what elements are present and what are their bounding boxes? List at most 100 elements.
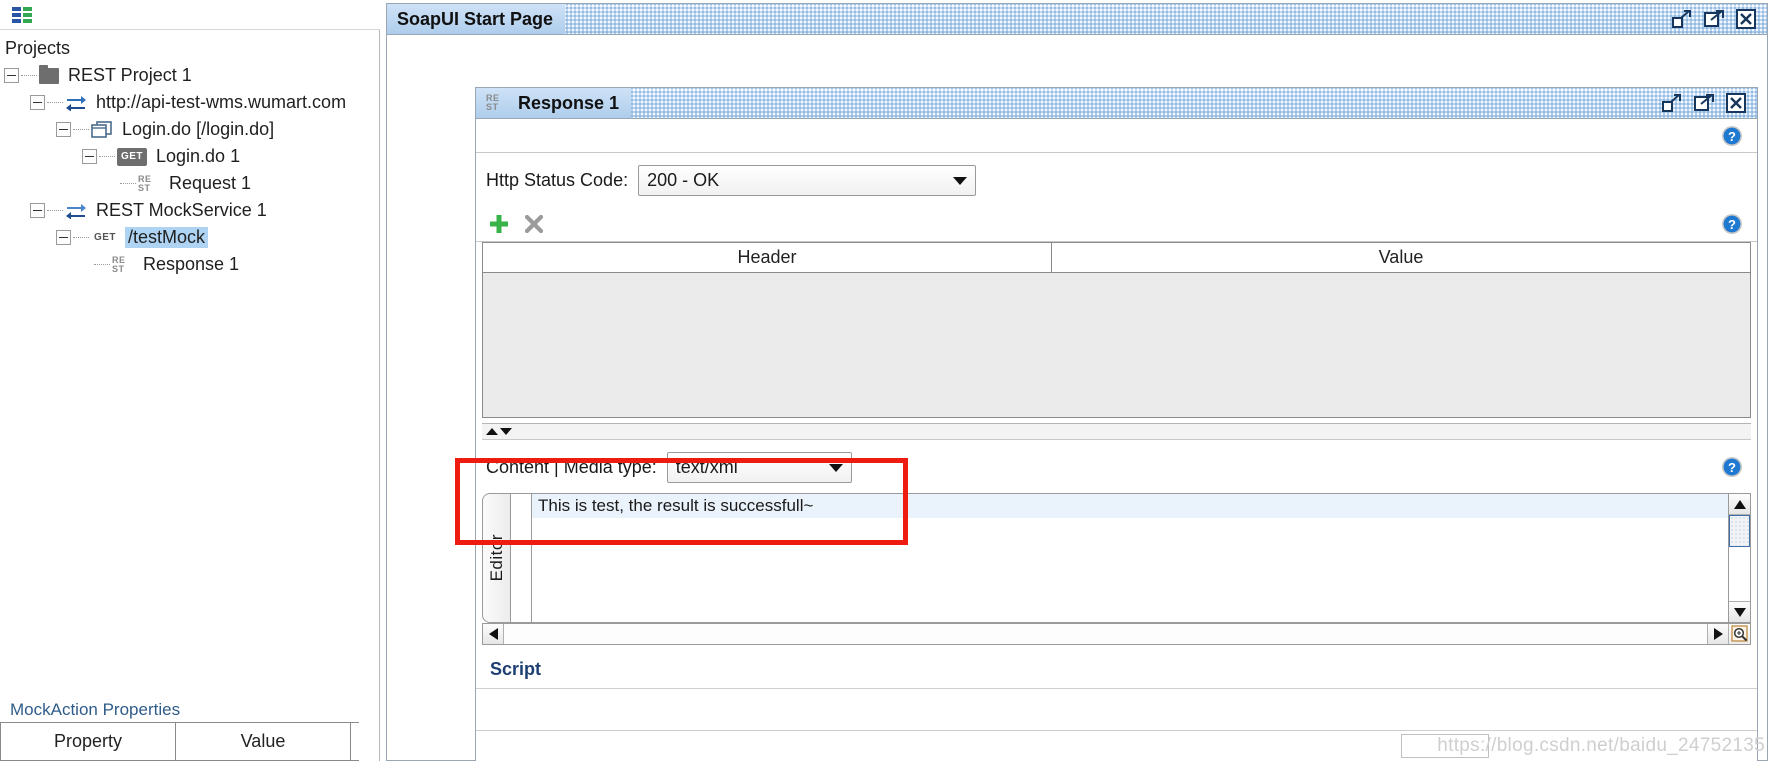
tree-item-request-1[interactable]: RE ST Request 1 xyxy=(0,170,380,197)
mockaction-properties-table[interactable]: Property Value xyxy=(0,722,359,761)
close-window-button[interactable] xyxy=(1735,8,1757,30)
headers-column-header-header: Header xyxy=(483,243,1052,272)
content-media-type-row: Content | Media type: text/xml ? xyxy=(476,440,1757,493)
start-page-window-buttons xyxy=(1671,4,1757,34)
http-status-code-value: 200 - OK xyxy=(647,170,720,190)
help-question-icon[interactable]: ? xyxy=(1721,213,1743,235)
tree-item-label: REST Project 1 xyxy=(68,65,192,85)
rest-response-icon: RE ST xyxy=(486,93,508,113)
vertical-scroll-track[interactable] xyxy=(1729,547,1750,601)
navigator-panel: Projects REST Project 1 http://api-test-… xyxy=(0,0,380,761)
content-editor-textarea[interactable]: This is test, the result is successfull~ xyxy=(532,493,1729,623)
headers-table-head: Header Value xyxy=(483,243,1750,273)
media-type-value: text/xml xyxy=(675,457,738,477)
soapui-window: Projects REST Project 1 http://api-test-… xyxy=(0,0,1773,761)
tree-item-resource-login[interactable]: Login.do [/login.do] xyxy=(0,116,380,143)
tree-expander[interactable] xyxy=(30,95,45,110)
tree-connector xyxy=(99,156,115,157)
panel-splitter[interactable] xyxy=(482,423,1751,440)
start-page-window: SoapUI Start Page RE ST Response 1 ? Htt… xyxy=(386,3,1768,761)
headers-toolbar: ? xyxy=(476,206,1757,242)
list-bars-icon[interactable] xyxy=(12,6,34,23)
restore-window-button[interactable] xyxy=(1671,8,1693,30)
svg-text:?: ? xyxy=(1728,460,1736,475)
tree-item-method-login-1[interactable]: GET Login.do 1 xyxy=(0,143,380,170)
scroll-right-button[interactable] xyxy=(1707,624,1728,644)
vertical-scroll-thumb[interactable] xyxy=(1729,515,1750,547)
tree-connector xyxy=(47,210,63,211)
properties-column-header-value: Value xyxy=(176,723,351,760)
get-method-plain-icon: GET xyxy=(93,232,117,243)
tree-expander[interactable] xyxy=(30,203,45,218)
response-headers-table[interactable]: Header Value xyxy=(482,242,1751,418)
scroll-down-button[interactable] xyxy=(1729,601,1750,622)
tree-item-mockservice-1[interactable]: REST MockService 1 xyxy=(0,197,380,224)
navigator-toolbar xyxy=(0,0,380,30)
response-window-buttons xyxy=(1661,88,1747,118)
tree-item-label: http://api-test-wms.wumart.com xyxy=(96,92,347,112)
editor-tab[interactable]: Editor xyxy=(482,493,510,623)
content-media-type-label: Content | Media type: xyxy=(486,457,657,477)
response-window-body: ? Http Status Code: 200 - OK ? Header Va… xyxy=(476,120,1757,761)
tree-connector xyxy=(21,75,37,76)
tree-item-endpoint[interactable]: http://api-test-wms.wumart.com xyxy=(0,89,380,116)
help-question-icon[interactable]: ? xyxy=(1721,456,1743,478)
http-status-code-select[interactable]: 200 - OK xyxy=(638,165,977,196)
mockservice-arrows-icon xyxy=(65,202,87,220)
chevron-down-icon xyxy=(953,176,968,185)
help-question-icon[interactable]: ? xyxy=(1721,125,1743,147)
chevron-down-icon xyxy=(828,463,843,472)
service-arrows-icon xyxy=(65,94,87,112)
mdi-desktop-background: SoapUI Start Page RE ST Response 1 ? Htt… xyxy=(381,0,1773,761)
resource-window-icon xyxy=(91,120,113,139)
editor-gutter xyxy=(510,493,532,623)
scroll-up-button[interactable] xyxy=(1729,494,1750,515)
tree-item-label: Login.do 1 xyxy=(156,146,241,166)
response-window-title-group: RE ST Response 1 xyxy=(476,88,632,118)
maximize-window-button[interactable] xyxy=(1703,8,1725,30)
tree-expander[interactable] xyxy=(4,68,19,83)
response-editor-window: RE ST Response 1 ? Http Status Code: 200… xyxy=(475,87,1758,761)
scroll-left-button[interactable] xyxy=(483,624,504,644)
start-page-title: SoapUI Start Page xyxy=(387,4,566,34)
tree-expander[interactable] xyxy=(82,149,97,164)
remove-header-button[interactable] xyxy=(524,214,544,234)
zoom-search-icon[interactable] xyxy=(1728,624,1750,644)
rest-icon-line-2: ST xyxy=(112,263,125,274)
horizontal-scroll-track[interactable] xyxy=(504,624,1707,644)
restore-window-button[interactable] xyxy=(1661,92,1683,114)
editor-vertical-scrollbar[interactable] xyxy=(1729,493,1751,623)
collapse-down-icon[interactable] xyxy=(500,428,512,435)
tree-expander[interactable] xyxy=(56,122,71,137)
tree-connector xyxy=(73,129,89,130)
tree-item-rest-project-1[interactable]: REST Project 1 xyxy=(0,62,380,89)
editor-horizontal-scrollbar[interactable] xyxy=(482,623,1751,645)
response-window-title: Response 1 xyxy=(518,92,620,113)
content-editor-block: Editor This is test, the result is succe… xyxy=(482,493,1751,623)
project-tree[interactable]: Projects REST Project 1 http://api-test-… xyxy=(0,31,380,711)
headers-table-body[interactable] xyxy=(483,273,1750,417)
script-section-label[interactable]: Script xyxy=(476,645,1757,689)
tree-root-projects[interactable]: Projects xyxy=(0,35,380,62)
tree-item-label: /testMock xyxy=(125,227,209,248)
tree-expander[interactable] xyxy=(56,230,71,245)
add-header-button[interactable] xyxy=(488,213,510,235)
svg-text:?: ? xyxy=(1728,217,1736,232)
rest-response-icon: RE ST xyxy=(112,255,134,275)
svg-text:?: ? xyxy=(1728,129,1736,144)
headers-column-header-value: Value xyxy=(1052,243,1750,272)
tree-connector xyxy=(120,183,136,184)
response-titlebar[interactable]: RE ST Response 1 xyxy=(476,88,1757,119)
properties-column-header-property: Property xyxy=(1,723,176,760)
collapse-up-icon[interactable] xyxy=(486,428,498,435)
maximize-window-button[interactable] xyxy=(1693,92,1715,114)
tree-item-testmock[interactable]: GET /testMock xyxy=(0,224,380,251)
tree-item-label: REST MockService 1 xyxy=(96,200,267,220)
tree-item-response-1[interactable]: RE ST Response 1 xyxy=(0,251,380,278)
folder-icon xyxy=(39,64,59,84)
start-page-titlebar[interactable]: SoapUI Start Page xyxy=(387,4,1767,35)
editor-text: This is test, the result is successfull~ xyxy=(538,496,814,515)
media-type-select[interactable]: text/xml xyxy=(666,452,852,483)
http-status-code-row: Http Status Code: 200 - OK xyxy=(476,153,1757,206)
close-window-button[interactable] xyxy=(1725,92,1747,114)
